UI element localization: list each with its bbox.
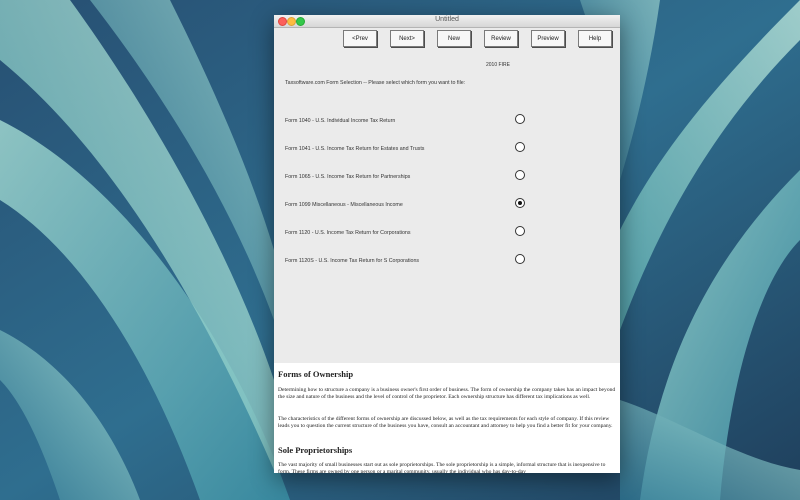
form-option-radio[interactable] (515, 198, 525, 208)
form-option-radio[interactable] (515, 142, 525, 152)
prev-button[interactable]: <Prev (343, 30, 377, 47)
ownership-info-pane[interactable]: Forms of Ownership Determining how to st… (274, 363, 620, 473)
sole-proprietorships-paragraph: The vast majority of small businesses st… (278, 462, 606, 473)
form-option-label: Form 1041 - U.S. Income Tax Return for E… (285, 146, 425, 152)
form-option-radio[interactable] (515, 170, 525, 180)
form-option-radio[interactable] (515, 254, 525, 264)
ownership-paragraph-1: Determining how to structure a company i… (278, 387, 616, 401)
review-button[interactable]: Review (484, 30, 518, 47)
form-option-radio[interactable] (515, 226, 525, 236)
new-button[interactable]: New (437, 30, 471, 47)
form-option-label: Form 1065 - U.S. Income Tax Return for P… (285, 174, 411, 180)
window-title: Untitled (435, 16, 459, 23)
form-option-label: Form 1120 - U.S. Income Tax Return for C… (285, 230, 411, 236)
sole-proprietorships-heading: Sole Proprietorships (278, 445, 353, 455)
preview-button[interactable]: Preview (531, 30, 565, 47)
form-option-label: Form 1099 Miscellaneous - Miscellaneous … (285, 202, 403, 208)
help-button[interactable]: Help (578, 30, 612, 47)
ownership-paragraph-2: The characteristics of the different for… (278, 416, 613, 430)
next-button[interactable]: Next> (390, 30, 424, 47)
title-bar[interactable]: Untitled (274, 15, 620, 28)
form-option-label: Form 1040 - U.S. Individual Income Tax R… (285, 118, 396, 124)
forms-of-ownership-heading: Forms of Ownership (278, 369, 354, 379)
form-option-radio[interactable] (515, 114, 525, 124)
form-selection-prompt: Taxsoftware.com Form Selection -- Please… (285, 80, 466, 86)
tax-year-label: 2010 FIRE (486, 62, 510, 68)
form-option-label: Form 1120S - U.S. Income Tax Return for … (285, 258, 420, 264)
